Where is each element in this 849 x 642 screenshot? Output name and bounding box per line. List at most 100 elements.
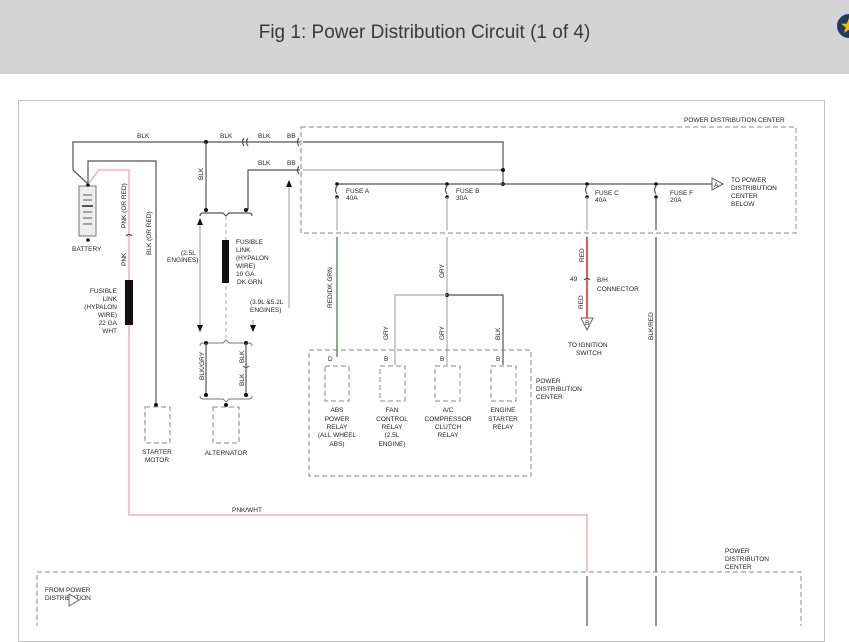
alternator-box [212,406,240,444]
diagram-label: COMPRESSOR [425,416,472,423]
diagram-label: FROM POWER [45,587,91,594]
wiring-diagram: POWER DISTRIBUTION CENTER BLK BLK BLK BB… [36,117,802,626]
diagram-label: SWITCH [576,350,602,357]
diagram-mark [204,393,208,397]
diagram-label: B [384,356,388,363]
diagram-mark [324,365,350,402]
wire-pnk [87,169,588,572]
diagram-label: ENGINES) [250,307,281,314]
diagram-label: (HYPALON [236,255,269,262]
diagram-mark [303,141,504,184]
diagram-label: 40A [346,195,358,202]
diagram-label: ABS [330,407,344,414]
diagram-mark [445,182,449,186]
diagram-label: (2.5L [385,432,400,439]
diagram-label: CENTER [725,564,752,571]
fusible-link-22ga [125,280,133,325]
diagram-mark [224,403,228,407]
diagram-label: BB [287,160,296,167]
diagram-mark [199,395,253,403]
diagram-mark [199,212,253,217]
diagram-label: A [714,182,719,189]
battery-label: BATTERY [72,246,102,253]
diagram-label: 49 [570,276,578,283]
diagram-label: RELAY [493,424,514,431]
diagram-label: D [328,356,333,363]
diagram-label: BB [287,133,296,140]
diagram-mark [244,393,248,397]
diagram-label: DISTRIBUTON [725,556,769,563]
diagram-label: CENTER [731,193,758,200]
diagram-label: FUSE A [346,188,370,195]
diagram-label: STARTER [142,449,172,456]
diagram-label: BLK (OR RED) [146,211,153,255]
diagram-label: FAN [386,407,399,414]
diagram-label: ALTERNATOR [205,450,248,457]
diagram-mark [584,185,588,195]
diagram-label: STARTER [488,416,518,423]
diagram-mark [335,182,339,186]
diagram-label: BLK/GRY [199,351,206,380]
diagram-label: BLK [258,133,271,140]
diagram-label: (3.9L &5.2L [250,299,284,306]
diagram-label: ABS) [329,441,344,448]
diagram-label: 20A [670,197,682,204]
diagram-label: GRY [439,325,446,340]
diagram-mark [585,182,589,186]
diagram-label: WHT [102,328,117,335]
diagram-label: WIRE) [236,263,255,270]
diagram-label: BLK/RED [648,312,655,340]
diagram-label: (ALL WHEEL [318,432,357,439]
diagram-label: DK GRN [237,279,263,286]
diagram-label: PNK (OR RED) [121,183,128,228]
diagram-mark [244,208,248,212]
diagram-mark [444,185,448,195]
diagram-label: B [496,356,500,363]
diagram-mark [86,238,90,242]
diagram-label: MOTOR [145,457,169,464]
diagram-label: BLK [239,373,246,386]
diagram-label: RED [579,248,586,262]
diagram-label: GRY [383,325,390,340]
diagram-label: RED [578,295,585,309]
diagram-label: 10 GA [236,271,255,278]
diagram-label: DISTRIBUTION [536,386,582,393]
diagram-label: 22 GA [99,320,118,327]
diagram-mark [204,208,208,212]
diagram-label: FUSE F [670,190,693,197]
wire-blk-2 [247,169,300,210]
diagram-label: BELOW [731,201,755,208]
diagram-label: CENTER [536,394,563,401]
pdc-top-box [300,126,797,234]
diagram-label: BLK [137,133,150,140]
diagram-label: FUSE C [595,190,619,197]
diagram-mark [197,325,203,332]
diagram-mark [490,365,517,402]
diagram-label: (HYPALON [84,304,117,311]
diagram-label: ENGINE) [378,441,405,448]
starter-motor-box [144,406,171,444]
diagram-label: ENGINES) [167,257,198,264]
diagram-label: DISTRIBUTION [45,595,91,602]
diagram-mark [154,403,158,407]
relays: D ABSPOWERRELAY(ALL WHEELABS) B FANCONTR… [318,356,518,448]
diagram-label: RELAY [438,432,459,439]
diagram-label: ENGINE [491,407,517,414]
diagram-mark [434,365,461,402]
diagram-label: FUSIBLE [90,288,118,295]
diagram-label: GRY [439,263,446,278]
diagram-label: BLK [258,160,271,167]
diagram-label: FUSE B [456,188,479,195]
diagram-mark [197,218,203,225]
diagram-label: CLUTCH [435,424,462,431]
diagram-label: LINK [236,247,251,254]
pdc-bottom-box [36,571,802,626]
diagram-label: WIRE) [98,312,117,319]
diagram-mark [653,185,657,195]
diagram-label: BLK [220,133,233,140]
diagram-label: 40A [595,197,607,204]
diagram-label: CONNECTOR [597,286,639,293]
diagram-mark: FUSE A40A FUSE B30A FUSE C40A FUSE F20A [334,182,693,230]
diagram-label: RED/DK GRN [327,267,334,308]
diagram-mark [654,182,658,186]
